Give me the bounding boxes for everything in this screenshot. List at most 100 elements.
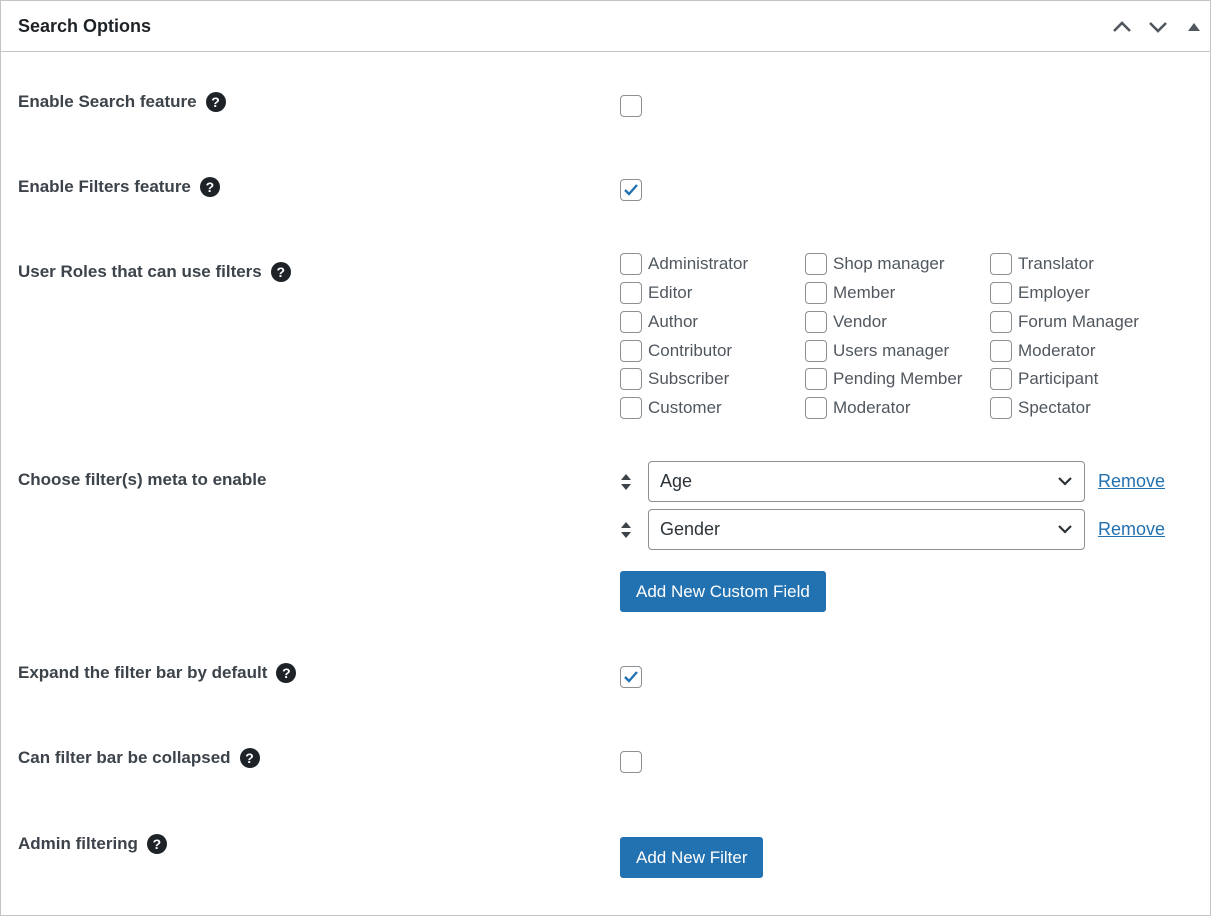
- remove-field-link[interactable]: Remove: [1098, 519, 1165, 540]
- role-checkbox[interactable]: [620, 253, 642, 275]
- role-forum-manager[interactable]: Forum Manager: [990, 311, 1139, 333]
- checkmark-icon: [624, 184, 638, 196]
- chevron-down-icon: [1058, 525, 1072, 534]
- user-roles-label: User Roles that can use filters ?: [18, 262, 291, 282]
- role-administrator[interactable]: Administrator: [620, 253, 748, 275]
- add-custom-field-button[interactable]: Add New Custom Field: [620, 571, 826, 612]
- panel-title: Search Options: [18, 16, 152, 36]
- enable-filters-label-text: Enable Filters feature: [18, 177, 191, 196]
- panel-header: Search Options: [1, 1, 1210, 52]
- chevron-up-icon: [1113, 21, 1131, 32]
- help-icon[interactable]: ?: [146, 834, 167, 854]
- move-down-button[interactable]: [1144, 13, 1172, 41]
- role-checkbox[interactable]: [620, 282, 642, 304]
- role-checkbox[interactable]: [620, 397, 642, 419]
- role-vendor[interactable]: Vendor: [805, 311, 887, 333]
- triangle-up-icon: [1188, 23, 1200, 31]
- admin-filtering-label: Admin filtering ?: [18, 834, 167, 854]
- role-checkbox[interactable]: [990, 282, 1012, 304]
- role-label: Moderator: [1018, 341, 1096, 360]
- add-new-filter-button[interactable]: Add New Filter: [620, 837, 764, 878]
- role-label: Participant: [1018, 369, 1099, 388]
- user-roles-label-text: User Roles that can use filters: [18, 262, 262, 281]
- role-label: Spectator: [1018, 398, 1091, 417]
- role-checkbox[interactable]: [990, 397, 1012, 419]
- role-label: Member: [833, 283, 896, 302]
- role-checkbox[interactable]: [805, 368, 827, 390]
- chevron-down-icon: [1149, 22, 1167, 33]
- enable-search-checkbox[interactable]: [620, 95, 642, 117]
- role-label: Shop manager: [833, 254, 945, 273]
- role-checkbox[interactable]: [990, 311, 1012, 333]
- role-checkbox[interactable]: [805, 397, 827, 419]
- role-editor[interactable]: Editor: [620, 282, 692, 304]
- admin-filtering-label-text: Admin filtering: [18, 834, 138, 853]
- move-up-button[interactable]: [1108, 13, 1136, 41]
- search-options-panel: Search Options Enable Search feature ? E…: [0, 0, 1211, 916]
- help-icon[interactable]: ?: [239, 748, 260, 768]
- role-translator[interactable]: Translator: [990, 253, 1094, 275]
- role-label: Vendor: [833, 312, 887, 331]
- role-label: Subscriber: [648, 369, 730, 388]
- role-author[interactable]: Author: [620, 311, 698, 333]
- role-label: Editor: [648, 283, 693, 302]
- expand-filter-bar-label: Expand the filter bar by default ?: [18, 663, 297, 683]
- filter-meta-label-text: Choose filter(s) meta to enable: [18, 470, 267, 489]
- enable-search-label-text: Enable Search feature: [18, 92, 197, 111]
- role-checkbox[interactable]: [990, 368, 1012, 390]
- expand-filter-bar-label-text: Expand the filter bar by default: [18, 663, 268, 682]
- role-shop-manager[interactable]: Shop manager: [805, 253, 945, 275]
- enable-filters-label: Enable Filters feature ?: [18, 177, 220, 197]
- role-participant[interactable]: Participant: [990, 368, 1098, 390]
- enable-search-label: Enable Search feature ?: [18, 92, 226, 112]
- chevron-down-icon: [1058, 477, 1072, 486]
- remove-field-link[interactable]: Remove: [1098, 471, 1165, 492]
- toggle-panel-button[interactable]: [1180, 13, 1208, 41]
- help-icon[interactable]: ?: [270, 262, 291, 282]
- role-label: Pending Member: [833, 369, 963, 388]
- role-checkbox[interactable]: [805, 340, 827, 362]
- role-pending-member[interactable]: Pending Member: [805, 368, 962, 390]
- role-label: Author: [648, 312, 699, 331]
- role-checkbox[interactable]: [805, 282, 827, 304]
- role-checkbox[interactable]: [620, 368, 642, 390]
- help-icon[interactable]: ?: [276, 663, 297, 683]
- role-customer[interactable]: Customer: [620, 397, 722, 419]
- select-value: Age: [660, 471, 693, 491]
- help-icon[interactable]: ?: [205, 92, 226, 112]
- role-label: Moderator: [833, 398, 911, 417]
- role-contributor[interactable]: Contributor: [620, 340, 732, 362]
- select-value: Gender: [660, 519, 721, 539]
- role-subscriber[interactable]: Subscriber: [620, 368, 729, 390]
- role-users-manager[interactable]: Users manager: [805, 340, 949, 362]
- help-icon[interactable]: ?: [199, 177, 220, 197]
- role-checkbox[interactable]: [805, 311, 827, 333]
- collapse-filter-bar-label-text: Can filter bar be collapsed: [18, 748, 231, 767]
- role-spectator[interactable]: Spectator: [990, 397, 1091, 419]
- sort-handle-icon[interactable]: [619, 521, 633, 539]
- role-label: Administrator: [648, 254, 749, 273]
- role-checkbox[interactable]: [620, 311, 642, 333]
- role-checkbox[interactable]: [990, 253, 1012, 275]
- enable-filters-checkbox[interactable]: [620, 179, 642, 201]
- filter-meta-label: Choose filter(s) meta to enable: [18, 470, 266, 490]
- role-label: Employer: [1018, 283, 1090, 302]
- collapse-filter-bar-label: Can filter bar be collapsed ?: [18, 748, 260, 768]
- role-moderator[interactable]: Moderator: [805, 397, 910, 419]
- role-label: Contributor: [648, 341, 733, 360]
- role-checkbox[interactable]: [805, 253, 827, 275]
- role-member[interactable]: Member: [805, 282, 895, 304]
- role-label: Forum Manager: [1018, 312, 1139, 331]
- role-employer[interactable]: Employer: [990, 282, 1090, 304]
- role-moderator-2[interactable]: Moderator: [990, 340, 1095, 362]
- checkmark-icon: [624, 671, 638, 683]
- filter-meta-select-gender[interactable]: Gender: [648, 509, 1085, 550]
- role-checkbox[interactable]: [620, 340, 642, 362]
- role-label: Translator: [1018, 254, 1094, 273]
- filter-meta-select-age[interactable]: Age: [648, 461, 1085, 502]
- role-label: Users manager: [833, 341, 950, 360]
- role-checkbox[interactable]: [990, 340, 1012, 362]
- collapse-filter-bar-checkbox[interactable]: [620, 751, 642, 773]
- expand-filter-bar-checkbox[interactable]: [620, 666, 642, 688]
- sort-handle-icon[interactable]: [619, 473, 633, 491]
